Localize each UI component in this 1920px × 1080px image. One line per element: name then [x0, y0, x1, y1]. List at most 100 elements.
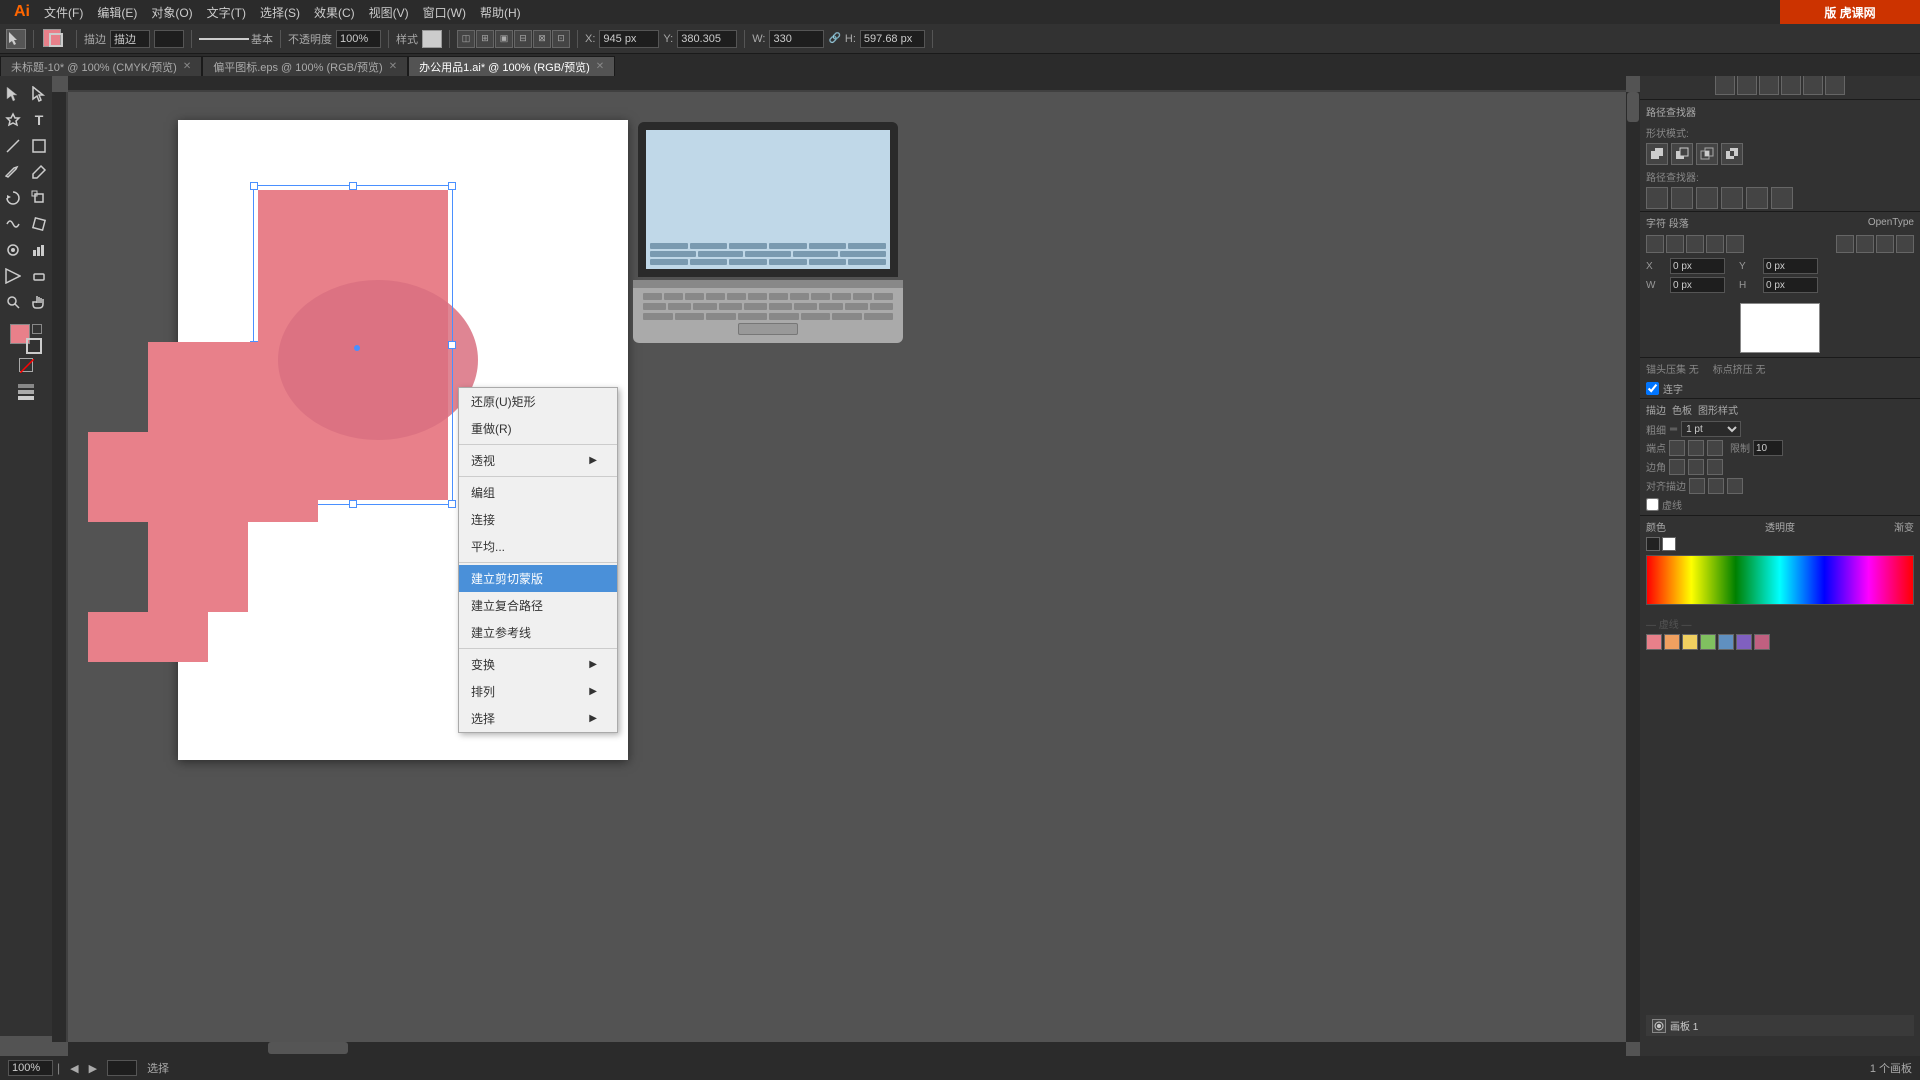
transparency-label[interactable]: 透明度 — [1765, 519, 1795, 534]
swatch-yellow[interactable] — [1682, 634, 1698, 650]
layer-row[interactable]: 画板 1 — [1646, 1015, 1914, 1036]
minus-front-btn[interactable] — [1671, 143, 1693, 165]
fill-stroke-colors[interactable] — [41, 27, 69, 51]
text-align-force[interactable] — [1726, 235, 1744, 253]
swatches-tab[interactable]: 色板 — [1672, 402, 1692, 417]
limit-input[interactable] — [1753, 440, 1783, 456]
style-swatch[interactable] — [422, 30, 442, 48]
line-tool[interactable] — [1, 134, 25, 158]
handle-tm[interactable] — [349, 182, 357, 190]
corner-miter[interactable] — [1669, 459, 1685, 475]
symbol-tool[interactable] — [1, 238, 25, 262]
menu-file[interactable]: 文件(F) — [38, 2, 89, 23]
align-bottom[interactable]: ⊡ — [552, 30, 570, 48]
ctx-select[interactable]: 选择 ▶ — [459, 705, 617, 732]
swatch-green[interactable] — [1700, 634, 1716, 650]
text-align-justify[interactable] — [1706, 235, 1724, 253]
swatch-rose[interactable] — [1754, 634, 1770, 650]
ctx-transform[interactable]: 变换 ▶ — [459, 651, 617, 678]
cap-round[interactable] — [1688, 440, 1704, 456]
pf-4[interactable] — [1721, 187, 1743, 209]
px-input[interactable] — [1670, 258, 1725, 274]
text-style-4[interactable] — [1896, 235, 1914, 253]
hand-tool[interactable] — [27, 290, 51, 314]
align-center-h[interactable]: ⊞ — [476, 30, 494, 48]
direct-select-tool[interactable] — [27, 82, 51, 106]
white-swatch[interactable] — [1662, 537, 1676, 551]
selection-tool-icon[interactable] — [6, 29, 26, 49]
text-style-2[interactable] — [1856, 235, 1874, 253]
menu-view[interactable]: 视图(V) — [363, 2, 415, 23]
layer-visibility[interactable] — [1652, 1019, 1666, 1033]
cap-square[interactable] — [1707, 440, 1723, 456]
dash-checkbox[interactable] — [1646, 498, 1659, 511]
w-input[interactable] — [769, 30, 824, 48]
distrib-4[interactable] — [1781, 75, 1801, 95]
ctx-arrange[interactable]: 排列 ▶ — [459, 678, 617, 705]
menu-select[interactable]: 选择(S) — [254, 2, 306, 23]
text-align-center[interactable] — [1666, 235, 1684, 253]
menu-text[interactable]: 文字(T) — [201, 2, 252, 23]
stroke-input[interactable] — [110, 30, 150, 48]
horizontal-scrollbar[interactable] — [68, 1042, 1626, 1056]
menu-edit[interactable]: 编辑(E) — [91, 2, 143, 23]
stroke-tab[interactable]: 描边 — [1646, 402, 1666, 417]
rotate-tool[interactable] — [1, 186, 25, 210]
pf-6[interactable] — [1771, 187, 1793, 209]
fill-stroke-selector[interactable] — [10, 324, 42, 354]
pf-1[interactable] — [1646, 187, 1668, 209]
stroke-width-input[interactable] — [154, 30, 184, 48]
vertical-scrollbar[interactable] — [1626, 92, 1640, 1042]
free-transform[interactable] — [27, 212, 51, 236]
distrib-3[interactable] — [1759, 75, 1779, 95]
exclude-btn[interactable] — [1721, 143, 1743, 165]
ctx-perspective[interactable]: 透视 ▶ — [459, 447, 617, 474]
ctx-group[interactable]: 编组 — [459, 479, 617, 506]
scale-tool[interactable] — [27, 186, 51, 210]
text-style-3[interactable] — [1876, 235, 1894, 253]
h-input[interactable] — [860, 30, 925, 48]
text-align-right[interactable] — [1686, 235, 1704, 253]
menu-window[interactable]: 窗口(W) — [417, 2, 472, 23]
distrib-1[interactable] — [1715, 75, 1735, 95]
graph-tool[interactable] — [27, 238, 51, 262]
menu-ai[interactable]: Ai — [8, 1, 36, 23]
warp-tool[interactable] — [1, 212, 25, 236]
text-align-left[interactable] — [1646, 235, 1664, 253]
py-input[interactable] — [1763, 258, 1818, 274]
tab-close-1[interactable]: ✕ — [389, 61, 397, 72]
tab-1[interactable]: 偏平图标.eps @ 100% (RGB/预览) ✕ — [202, 56, 408, 76]
pf-2[interactable] — [1671, 187, 1693, 209]
pen-tool[interactable] — [1, 108, 25, 132]
distrib-5[interactable] — [1803, 75, 1823, 95]
hscroll-thumb[interactable] — [268, 1042, 348, 1054]
swatch-blue[interactable] — [1718, 634, 1734, 650]
zoom-input[interactable] — [8, 1060, 53, 1076]
swatch-orange[interactable] — [1664, 634, 1680, 650]
menu-object[interactable]: 对象(O) — [145, 2, 198, 23]
handle-mr[interactable] — [448, 341, 456, 349]
align-top[interactable]: ⊟ — [514, 30, 532, 48]
stroke-center[interactable] — [1689, 478, 1705, 494]
pw-input[interactable] — [1670, 277, 1725, 293]
page-input[interactable] — [107, 1060, 137, 1076]
stroke-outer[interactable] — [1727, 478, 1743, 494]
corner-round[interactable] — [1688, 459, 1704, 475]
text-tool[interactable]: T — [27, 108, 51, 132]
swatch-purple[interactable] — [1736, 634, 1752, 650]
opacity-input[interactable] — [336, 30, 381, 48]
selection-tool[interactable] — [1, 82, 25, 106]
gradient-label[interactable]: 渐变 — [1894, 519, 1914, 534]
eraser-tool[interactable] — [27, 264, 51, 288]
swatch-pink[interactable] — [1646, 634, 1662, 650]
ctx-average[interactable]: 平均... — [459, 533, 617, 560]
ctx-join[interactable]: 连接 — [459, 506, 617, 533]
distrib-6[interactable] — [1825, 75, 1845, 95]
tab-0[interactable]: 未标题-10* @ 100% (CMYK/预览) ✕ — [0, 56, 202, 76]
stroke-inner[interactable] — [1708, 478, 1724, 494]
lock-aspect[interactable]: 🔗 — [828, 33, 840, 44]
pencil-tool[interactable] — [27, 160, 51, 184]
align-right[interactable]: ▣ — [495, 30, 513, 48]
tab-close-2[interactable]: ✕ — [596, 61, 604, 72]
ctx-undo-rect[interactable]: 还原(U)矩形 — [459, 388, 617, 415]
